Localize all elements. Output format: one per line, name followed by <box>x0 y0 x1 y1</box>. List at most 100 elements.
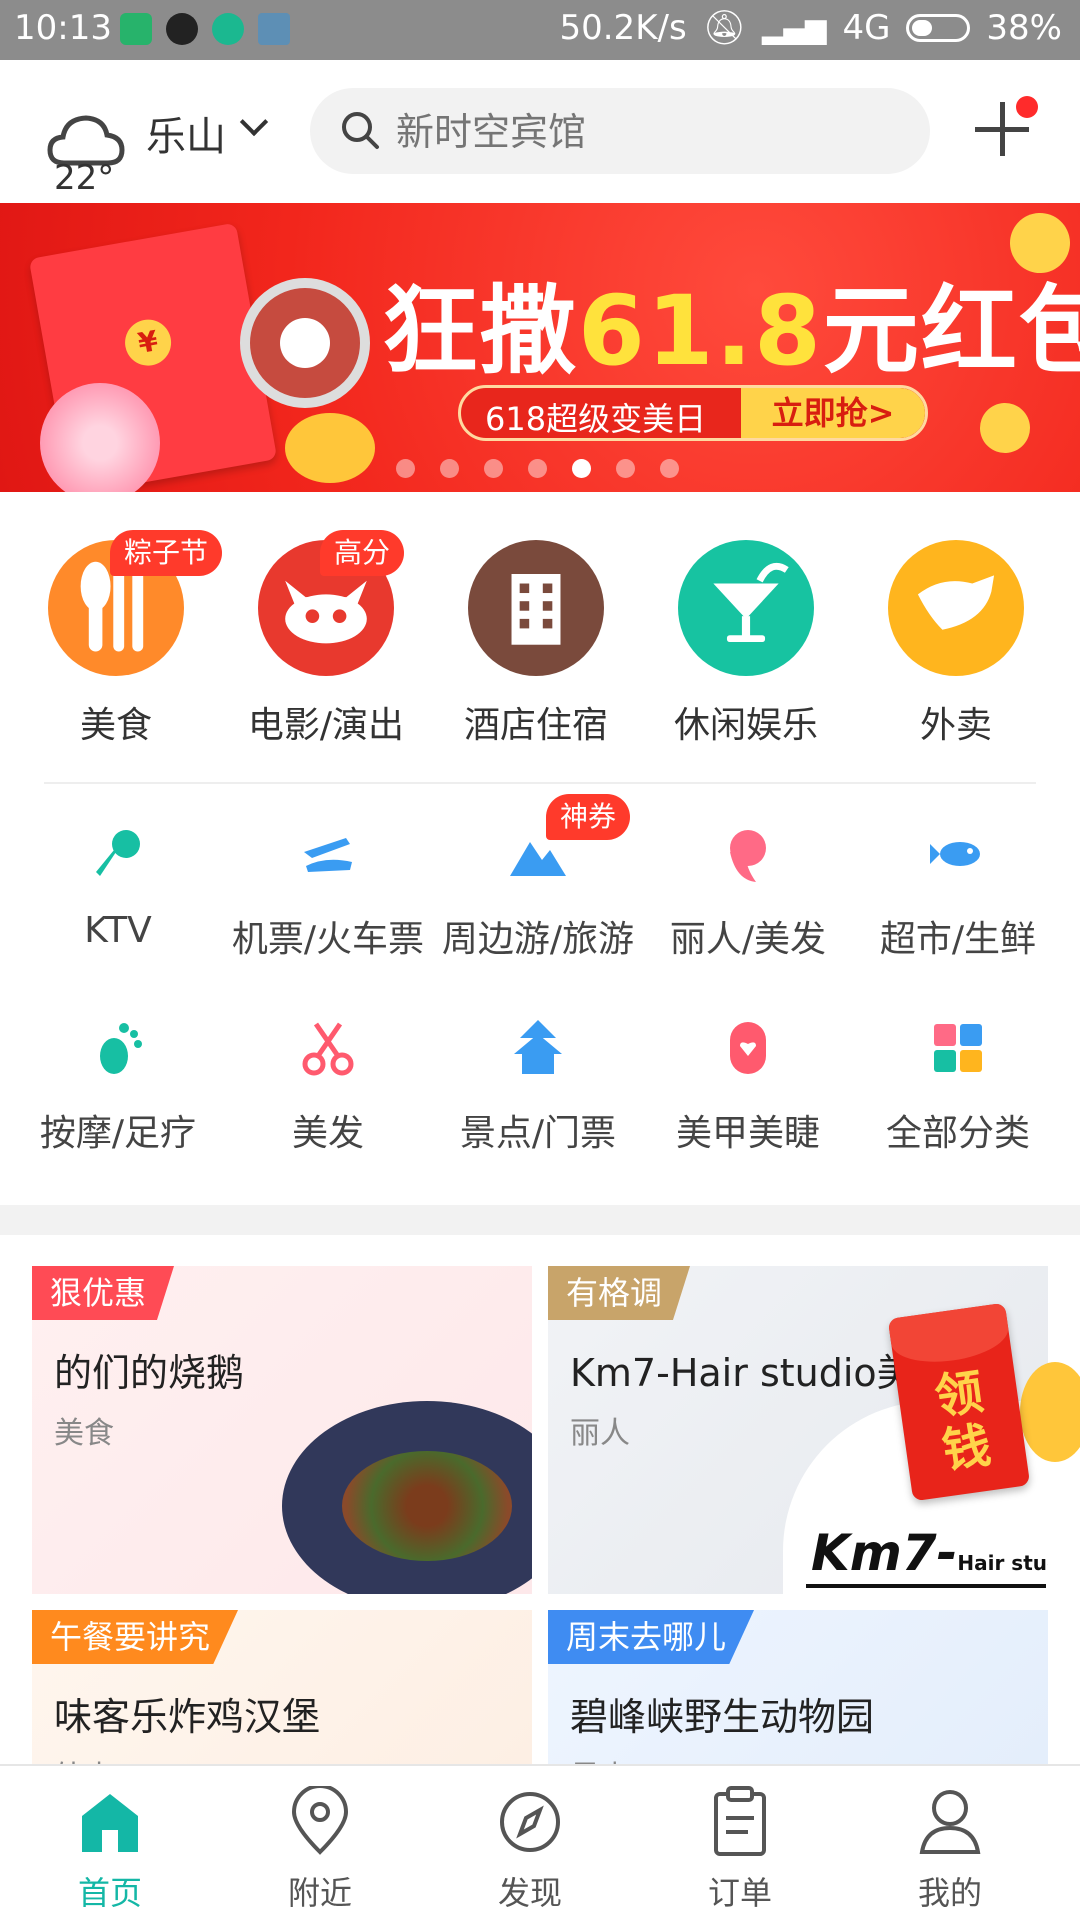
network-type: 4G <box>842 8 891 48</box>
km7-logo: Km7-Hair studio <box>811 1524 1048 1582</box>
card-title: Km7-Hair studio美 <box>570 1351 915 1395</box>
battery-percent: 38% <box>986 8 1062 48</box>
carousel-dot[interactable] <box>396 459 415 478</box>
nav-label: 订单 <box>707 1874 772 1912</box>
microphone-icon <box>86 822 150 886</box>
logo-underline <box>806 1584 1046 1588</box>
grid-icon <box>926 1016 990 1080</box>
category-cat-face[interactable]: 电影/演出 高分 <box>208 530 418 750</box>
cocktail-icon <box>678 540 814 676</box>
city-selector[interactable]: 乐山 <box>146 104 226 162</box>
status-bar: 10:13 50.2K/s 🔕︎ ▂▄▆ 4G 38% <box>0 0 1080 60</box>
chevron-down-icon[interactable] <box>239 107 269 137</box>
carousel-dot[interactable] <box>528 459 547 478</box>
category-tag: 高分 <box>320 530 405 576</box>
notification-icon <box>258 13 290 45</box>
carousel-indicator <box>396 459 679 478</box>
card-title: 碧峰峡野生动物园 <box>570 1695 875 1739</box>
category-label: 周边游/旅游 <box>441 919 635 960</box>
grab-now-button[interactable]: 立即抢> <box>741 388 925 438</box>
nail-icon <box>716 1016 780 1080</box>
nav-label: 我的 <box>917 1874 982 1912</box>
temperature: 22° <box>54 158 115 198</box>
card-badge: 有格调 <box>548 1266 691 1320</box>
category-tag: 神券 <box>546 794 631 840</box>
card-badge: 周末去哪儿 <box>548 1610 755 1664</box>
nav-home[interactable]: 首页 <box>2 1786 218 1916</box>
compass-icon <box>498 1786 562 1858</box>
category-microphone[interactable]: KTV <box>2 822 212 962</box>
category-grid[interactable]: 全部分类 <box>842 1016 1052 1156</box>
nav-user[interactable]: 我的 <box>842 1786 1058 1916</box>
search-icon <box>342 112 379 149</box>
category-cocktail[interactable]: 休闲娱乐 <box>628 540 838 750</box>
category-nail[interactable]: 美甲美睫 <box>632 1016 842 1156</box>
promo-banner[interactable]: ¥ 狂撒61.8元红包 618超级变美日 立即抢> <box>0 203 1080 492</box>
category-fork-spoon[interactable]: 美食 粽子节 <box>0 530 223 750</box>
category-woman-head[interactable]: 丽人/美发 <box>632 822 842 962</box>
category-label: 外卖 <box>919 705 992 746</box>
net-speed: 50.2K/s <box>559 8 687 48</box>
nav-compass[interactable]: 发现 <box>422 1786 638 1916</box>
pagoda-icon <box>506 1016 570 1080</box>
category-foot[interactable]: 按摩/足疗 <box>2 1016 212 1156</box>
category-label: 丽人/美发 <box>669 919 827 960</box>
carousel-dot[interactable] <box>440 459 459 478</box>
deal-card[interactable]: 狠优惠 的们的烧鹅 美食 <box>32 1266 532 1594</box>
building-icon <box>468 540 604 676</box>
category-fish[interactable]: 超市/生鲜 <box>842 822 1052 962</box>
clipboard-icon <box>708 1786 772 1858</box>
banner-cta-pill[interactable]: 618超级变美日 立即抢> <box>458 385 928 441</box>
meituan-icon <box>212 13 244 45</box>
category-label: 机票/火车票 <box>231 919 425 960</box>
search-bar[interactable] <box>310 88 930 174</box>
category-label: 超市/生鲜 <box>879 919 1037 960</box>
location-pin-icon <box>288 1784 352 1858</box>
flower-image <box>40 383 160 492</box>
plane-train-icon <box>296 822 360 886</box>
category-label: 休闲娱乐 <box>673 705 818 746</box>
nav-label: 附近 <box>287 1874 352 1912</box>
category-building[interactable]: 酒店住宿 <box>418 540 628 750</box>
nav-location-pin[interactable]: 附近 <box>212 1784 428 1916</box>
card-title: 的们的烧鹅 <box>54 1351 245 1395</box>
carousel-dot[interactable] <box>572 459 591 478</box>
carousel-dot[interactable] <box>484 459 503 478</box>
section-gap <box>0 1205 1080 1235</box>
scissors-icon <box>296 1016 360 1080</box>
carousel-dot[interactable] <box>616 459 635 478</box>
battery-icon <box>906 14 971 42</box>
category-label: KTV <box>84 910 152 951</box>
category-label: 美甲美睫 <box>675 1113 820 1154</box>
signal-icon: ▂▄▆ <box>761 11 827 45</box>
category-kangaroo[interactable]: 外卖 <box>838 540 1048 750</box>
category-tag: 粽子节 <box>110 530 223 576</box>
nav-label: 首页 <box>77 1874 142 1912</box>
notification-dot <box>1016 96 1038 118</box>
red-packet-button[interactable]: 领钱 <box>887 1302 1031 1502</box>
category-label: 景点/门票 <box>459 1113 617 1154</box>
deal-card[interactable]: 午餐要讲究 味客乐炸鸡汉堡 外卖 <box>32 1610 532 1764</box>
category-plane-train[interactable]: 机票/火车票 <box>212 822 424 962</box>
carousel-dot[interactable] <box>660 459 679 478</box>
category-label: 美食 <box>79 705 152 746</box>
nav-clipboard[interactable]: 订单 <box>632 1786 848 1916</box>
food-plate-image <box>282 1401 532 1594</box>
card-badge: 午餐要讲究 <box>32 1610 239 1664</box>
category-scissors[interactable]: 美发 <box>212 1016 422 1156</box>
category-mountain[interactable]: 周边游/旅游 神券 <box>422 794 634 962</box>
banner-title: 狂撒61.8元红包 <box>382 275 1080 387</box>
qq-penguin-icon <box>166 13 198 45</box>
deal-card[interactable]: 周末去哪儿 碧峰峡野生动物园 景点 <box>548 1610 1048 1764</box>
category-label: 美发 <box>291 1113 364 1154</box>
mute-bell-icon: 🔕︎ <box>702 8 746 48</box>
red-packet-label: 领钱 <box>931 1363 995 1480</box>
card-subtitle: 外卖 <box>54 1752 114 1764</box>
divider <box>44 782 1036 784</box>
event-label: 618超级变美日 <box>485 400 707 438</box>
coin-image <box>972 395 1038 461</box>
category-pagoda[interactable]: 景点/门票 <box>422 1016 632 1156</box>
category-label: 全部分类 <box>885 1113 1030 1154</box>
card-subtitle: 美食 <box>54 1416 114 1451</box>
search-input[interactable] <box>394 106 898 158</box>
